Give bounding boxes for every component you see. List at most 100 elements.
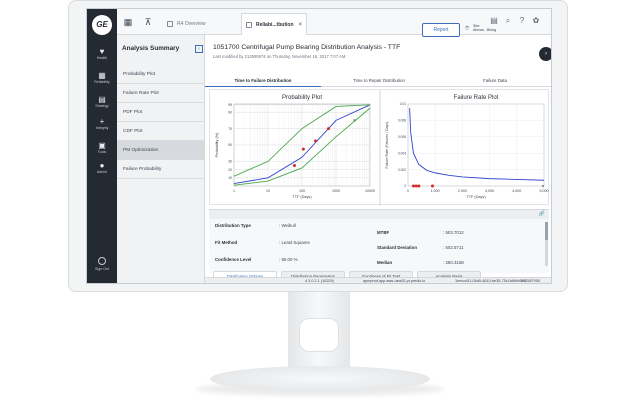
tab-label: Reliabi...tbution	[256, 22, 294, 28]
analysis-item[interactable]: CDF Plot	[117, 122, 205, 141]
detail-value: : Least Squares	[279, 240, 310, 245]
report-button[interactable]: Report	[422, 23, 460, 37]
status-user: 212587950	[521, 279, 541, 283]
data-point	[314, 139, 318, 143]
y-tick-label: 90	[228, 110, 232, 114]
plots-area: Probability Plot 1 10 100 1000 10000 99 90 70 50 3…	[209, 89, 549, 206]
settings-icon[interactable]: ✿	[531, 16, 541, 25]
last-modified: Last modified by 212690674 on Thursday, …	[213, 54, 346, 59]
link-icon[interactable]: 🔗	[539, 211, 545, 217]
home-icon[interactable]: ▦	[121, 15, 135, 29]
nav-item-integrity[interactable]: + Integrity	[87, 117, 117, 131]
analysis-item[interactable]: Probability Plot	[117, 65, 205, 84]
heart-icon: ♥	[99, 47, 105, 56]
x-tick-label: 1,000	[431, 189, 440, 193]
y-tick-label: 0.004	[398, 151, 406, 155]
expand-panel-button[interactable]: ›	[539, 47, 551, 61]
location-icon: ⌾	[465, 25, 470, 32]
y-tick-label: 0.006	[398, 135, 406, 139]
x-tick-label: 10000	[365, 189, 375, 193]
x-tick-label: 1	[233, 189, 235, 193]
panel-title: Analysis Summary	[122, 45, 180, 52]
content-tabs: Time to Failure Distribution Time to Rep…	[205, 75, 551, 87]
status-host: apmprod.app.aws-usw02-pr.predix.io	[363, 279, 426, 283]
x-axis-label: TTF (Days)	[292, 195, 312, 199]
close-icon[interactable]: ×	[298, 14, 302, 36]
y-tick-label: 50	[228, 143, 232, 147]
detail-value: : 250.3168	[443, 260, 464, 265]
detail-label: Distribution Type	[215, 223, 251, 228]
data-point	[301, 147, 305, 151]
data-point	[411, 184, 415, 188]
y-tick-label: 99	[228, 103, 232, 107]
x-tick-label: 0	[407, 189, 409, 193]
nav-item-strategy[interactable]: ▤ Strategy	[87, 95, 117, 109]
nav-item-label: Health	[96, 56, 108, 60]
search-icon[interactable]: ⌕	[503, 16, 513, 26]
nav-item-label: Tools	[97, 150, 107, 154]
site-name: Alexan...Bning	[473, 28, 497, 33]
nav-item-label: Strategy	[95, 104, 109, 108]
detail-label: Confidence Level	[215, 257, 252, 262]
app-nav: GE ♥ Health ▦ Reliability ▤ Strategy + Integrit…	[87, 9, 117, 283]
x-tick-label: 100	[299, 189, 305, 193]
nav-item-label: Integrity	[95, 126, 109, 130]
x-tick-label: 3,000	[485, 189, 494, 193]
detail-value: : 90.00 %	[279, 257, 298, 262]
data-point	[326, 127, 330, 131]
analysis-item[interactable]: Failure Probability	[117, 160, 205, 179]
analysis-summary-panel: Analysis Summary Probability Plot Failure…	[117, 35, 205, 283]
nav-item-health[interactable]: ♥ Health	[87, 47, 117, 61]
analysis-item[interactable]: PDF Plot	[117, 103, 205, 122]
tree-icon[interactable]: ⊼	[141, 15, 155, 29]
help-icon[interactable]: ?	[517, 16, 527, 25]
status-tenant: 1eeccc51-06d5-4810-be35-75c1b6f9d9b0	[455, 279, 526, 283]
censored-marker: ×	[353, 118, 356, 124]
nav-item-admin[interactable]: ● Admin	[87, 161, 117, 175]
monitor-base	[210, 366, 430, 392]
collapse-panel-icon[interactable]: ‹	[195, 45, 203, 53]
plots-svg: Probability Plot1 10 100 1000 10000999070503…	[215, 90, 549, 206]
nav-item-tools[interactable]: ▣ Tools	[87, 141, 117, 155]
tools-icon: ▣	[98, 141, 106, 150]
analysis-item[interactable]: PM Optimization	[117, 141, 205, 160]
x-tick-label: 2,000	[458, 189, 467, 193]
detail-label: Median	[377, 260, 393, 265]
tab-reliability-distribution[interactable]: Reliabi...tbution ×	[241, 13, 307, 35]
plus-icon: +	[99, 117, 105, 126]
y-tick-label: 30	[228, 160, 232, 164]
tab-failure-data[interactable]: Failure Data	[437, 75, 551, 87]
nav-item-label: Admin	[96, 170, 108, 174]
tab-page-icon	[167, 21, 173, 27]
y-tick-label: 0.01	[400, 102, 406, 106]
tab-r4-overview[interactable]: R4 Overview	[163, 13, 239, 35]
detail-value: : 503.7012	[443, 230, 464, 235]
user-icon: ●	[99, 161, 105, 170]
data-point	[417, 184, 421, 188]
y-tick-label: 0	[404, 184, 406, 188]
strategy-icon: ▤	[98, 95, 106, 104]
details-scrollbar-thumb[interactable]	[545, 222, 548, 240]
detail-label: Fit Method	[215, 240, 238, 245]
analysis-item[interactable]: Failure Rate Plot	[117, 84, 205, 103]
y-tick-label: 70	[228, 127, 232, 131]
data-point	[292, 164, 296, 167]
detail-label: Standard Deviation	[377, 245, 418, 250]
page-title: 1051700 Centrifugal Pump Bearing Distrib…	[213, 44, 401, 51]
screen: GE ♥ Health ▦ Reliability ▤ Strategy + Integrit…	[86, 8, 552, 284]
analysis-list: Probability Plot Failure Rate Plot PDF Plo…	[117, 65, 205, 179]
site-selector[interactable]: Site: Alexan...Bning	[473, 24, 496, 33]
main-content: 1051700 Centrifugal Pump Bearing Distrib…	[205, 35, 551, 283]
ge-logo[interactable]: GE	[92, 15, 112, 35]
x-tick-label: 10	[266, 189, 270, 193]
y-axis-label: Probability (%)	[215, 132, 219, 157]
tab-ttr-distribution[interactable]: Time to Repair Distribution	[321, 75, 437, 87]
detail-value: : Weibull	[279, 223, 296, 228]
sign-out-icon[interactable]	[98, 257, 106, 265]
tab-ttf-distribution[interactable]: Time to Failure Distribution	[205, 75, 321, 87]
sign-out-label[interactable]: Sign Out	[87, 267, 117, 271]
failure-rate-plot-title: Failure Rate Plot	[454, 95, 499, 101]
y-tick-label: 0.002	[398, 168, 406, 172]
probability-plot-title: Probability Plot	[282, 95, 322, 101]
nav-item-reliability[interactable]: ▦ Reliability	[87, 71, 117, 85]
